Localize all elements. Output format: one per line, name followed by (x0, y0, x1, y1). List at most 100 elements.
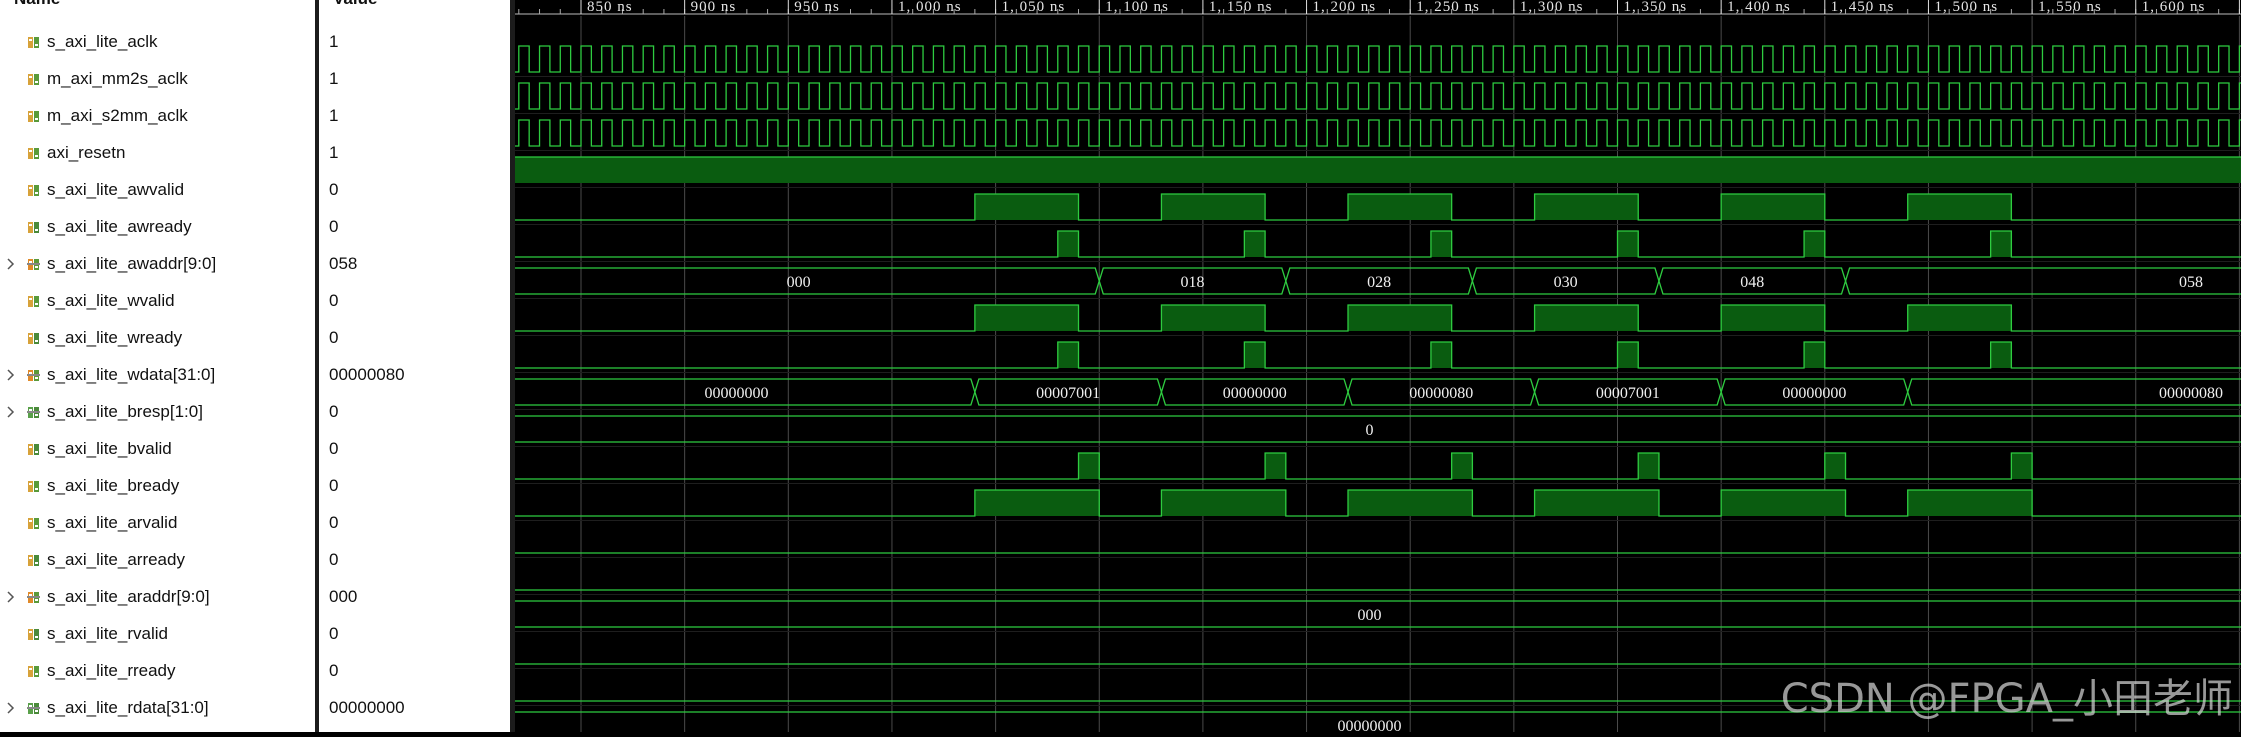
signal-row[interactable]: s_axi_lite_arready (0, 541, 315, 578)
input-bus-icon (27, 257, 41, 271)
high-level-fill (1804, 342, 1825, 368)
signal-row[interactable]: s_axi_lite_awready (0, 208, 315, 245)
signal-row[interactable]: m_axi_s2mm_aclk (0, 97, 315, 134)
time-tick-label: 1, 300 ns (1520, 0, 1584, 15)
expand-chevron-icon[interactable] (6, 701, 16, 715)
high-level-fill (1348, 490, 1473, 516)
input-bit-icon (27, 109, 41, 123)
signal-row[interactable]: m_axi_mm2s_aclk (0, 60, 315, 97)
signal-row[interactable]: s_axi_lite_wready (0, 319, 315, 356)
high-level-fill (1824, 453, 1846, 479)
time-tick-label: 1, 100 ns (1105, 0, 1169, 15)
signal-name: s_axi_lite_aclk (47, 31, 158, 51)
bus-value-label: 0 (1366, 422, 1374, 439)
clock-waveform (497, 82, 2241, 110)
time-tick-label: 850 ns (587, 0, 633, 15)
signal-row[interactable]: s_axi_lite_wdata[31:0] (0, 356, 315, 393)
high-level-fill (1617, 231, 1639, 257)
signal-name: s_axi_lite_awvalid (47, 179, 185, 199)
bus-value-label: 00000000 (1338, 718, 1402, 732)
value-row: 0 (319, 282, 510, 319)
name-column-header: Name (14, 0, 60, 9)
signal-row[interactable]: s_axi_lite_bresp[1:0] (0, 393, 315, 430)
time-tick-label: 1, 350 ns (1624, 0, 1688, 15)
high-level-fill (1161, 305, 1266, 331)
expand-chevron-icon[interactable] (6, 405, 16, 419)
time-tick-label: 1, 550 ns (2038, 0, 2102, 15)
signal-row[interactable]: s_axi_lite_bready (0, 467, 315, 504)
signal-row[interactable]: s_axi_lite_rdata[31:0] (0, 689, 315, 726)
signal-value: 0 (329, 475, 339, 495)
high-level-fill (1348, 305, 1452, 331)
high-level-fill (974, 194, 1079, 220)
signal-row[interactable]: s_axi_lite_aclk (0, 23, 315, 60)
value-row: 0 (319, 615, 510, 652)
expand-chevron-icon[interactable] (6, 368, 16, 382)
input-bit-icon (27, 183, 41, 197)
input-bit-icon (27, 72, 41, 86)
signal-value: 000 (329, 586, 358, 606)
signal-name: s_axi_lite_awready (47, 216, 192, 236)
high-level-fill (1451, 453, 1473, 479)
signal-row[interactable]: s_axi_lite_araddr[9:0] (0, 578, 315, 615)
bus-value-label: 00007001 (1596, 385, 1660, 402)
signal-name: m_axi_s2mm_aclk (47, 105, 188, 125)
output-bus-icon (27, 405, 41, 419)
value-row: 0 (319, 430, 510, 467)
signal-waveform (498, 341, 2241, 369)
output-bus-icon (27, 701, 41, 715)
signal-row[interactable]: s_axi_lite_awvalid (0, 171, 315, 208)
signal-waveform (498, 452, 2241, 480)
clock-waveform (497, 119, 2241, 147)
high-level-fill (1534, 490, 1659, 516)
signal-value: 1 (329, 105, 339, 125)
value-row: 000 (319, 578, 510, 615)
time-tick-label: 1, 000 ns (898, 0, 962, 15)
high-level-fill (1244, 342, 1266, 368)
signal-row[interactable]: s_axi_lite_wvalid (0, 282, 315, 319)
signal-row[interactable]: axi_resetn (0, 134, 315, 171)
high-level-fill (1057, 231, 1079, 257)
signal-name: s_axi_lite_arvalid (47, 512, 178, 532)
signal-value: 1 (329, 142, 339, 162)
signal-row[interactable]: s_axi_lite_arvalid (0, 504, 315, 541)
high-level-fill (1638, 453, 1659, 479)
output-bit-icon (27, 220, 41, 234)
high-level-fill (1534, 305, 1639, 331)
value-row: 0 (319, 319, 510, 356)
waveform-canvas[interactable]: 850 ns 900 ns 950 ns 1, 000 ns 1, 050 ns 1, 1… (497, 0, 2241, 737)
high-level-fill (1244, 231, 1266, 257)
high-level-fill (974, 305, 1079, 331)
signal-value: 0 (329, 660, 339, 680)
value-row: 1 (319, 134, 510, 171)
signal-value: 0 (329, 327, 339, 347)
signal-row[interactable]: s_axi_lite_rready (0, 652, 315, 689)
signal-name: s_axi_lite_bready (47, 475, 180, 495)
signal-name: s_axi_lite_wdata[31:0] (47, 364, 216, 384)
value-row: 0 (319, 504, 510, 541)
input-bus-icon (27, 368, 41, 382)
high-level-fill (1990, 342, 2012, 368)
signal-row[interactable]: s_axi_lite_bvalid (0, 430, 315, 467)
signal-name: s_axi_lite_wready (47, 327, 183, 347)
signal-name: m_axi_mm2s_aclk (47, 68, 188, 88)
high-level-fill (974, 490, 1100, 516)
clock-waveform (497, 45, 2241, 73)
signal-row[interactable]: s_axi_lite_awaddr[9:0] (0, 245, 315, 282)
signal-value: 0 (329, 623, 339, 643)
output-bit-icon (27, 331, 41, 345)
value-row: 0 (319, 393, 510, 430)
high-level-fill (1721, 305, 1825, 331)
expand-chevron-icon[interactable] (6, 257, 16, 271)
signal-row[interactable]: s_axi_lite_rvalid (0, 615, 315, 652)
waveform-viewer[interactable]: 850 ns 900 ns 950 ns 1, 000 ns 1, 050 ns 1, 1… (497, 0, 2241, 737)
high-level-fill (1057, 342, 1079, 368)
value-column-header: Value (333, 0, 377, 9)
signal-value: 0 (329, 290, 339, 310)
value-row: 1 (319, 23, 510, 60)
expand-chevron-icon[interactable] (6, 590, 16, 604)
time-tick-label: 1, 050 ns (1002, 0, 1066, 15)
time-tick-label: 900 ns (691, 0, 737, 15)
time-tick-label: 1, 600 ns (2142, 0, 2206, 15)
signal-name: s_axi_lite_awaddr[9:0] (47, 253, 217, 273)
